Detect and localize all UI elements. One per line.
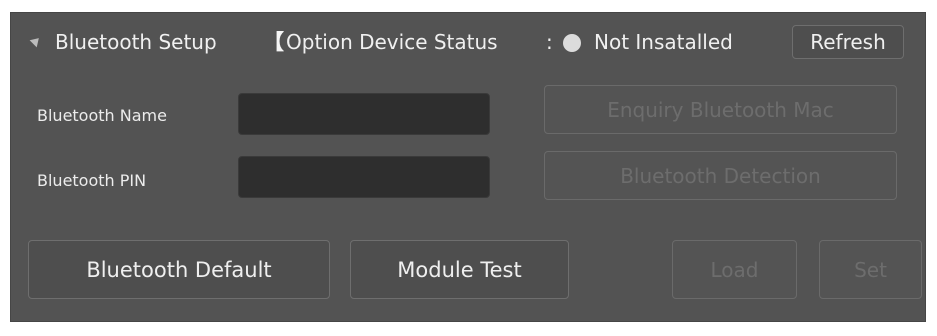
- collapse-triangle-icon[interactable]: [29, 34, 43, 48]
- bluetooth-setup-panel: Bluetooth Setup 【 Option Device Status :…: [10, 12, 926, 322]
- bluetooth-name-label: Bluetooth Name: [37, 106, 167, 125]
- status-dot-icon: [563, 34, 581, 52]
- bluetooth-pin-input[interactable]: [238, 156, 490, 198]
- bluetooth-detection-button[interactable]: Bluetooth Detection: [544, 151, 897, 200]
- status-bracket: 【: [263, 30, 284, 54]
- device-status-value: Not Insatalled: [594, 30, 733, 54]
- module-test-button[interactable]: Module Test: [350, 240, 569, 299]
- refresh-button[interactable]: Refresh: [792, 25, 904, 59]
- device-status-label: Option Device Status: [286, 30, 498, 54]
- bluetooth-name-input[interactable]: [238, 93, 490, 135]
- panel-header: Bluetooth Setup 【 Option Device Status :…: [11, 13, 925, 71]
- enquiry-bluetooth-mac-button[interactable]: Enquiry Bluetooth Mac: [544, 85, 897, 134]
- set-button[interactable]: Set: [819, 240, 922, 299]
- bluetooth-pin-label: Bluetooth PIN: [37, 171, 147, 190]
- bluetooth-default-button[interactable]: Bluetooth Default: [28, 240, 330, 299]
- load-button[interactable]: Load: [672, 240, 797, 299]
- panel-title: Bluetooth Setup: [55, 30, 217, 54]
- status-colon: :: [546, 30, 553, 54]
